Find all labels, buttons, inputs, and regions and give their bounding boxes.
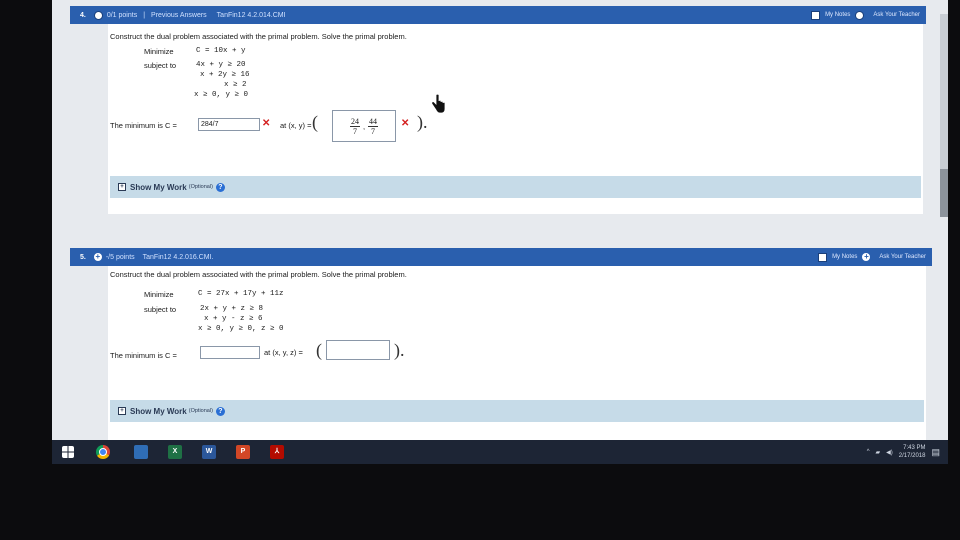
q4-minimum-error-icon: ✕ [262, 118, 271, 129]
q5-instruction: Construct the dual problem associated wi… [110, 270, 407, 279]
help-icon[interactable]: ? [215, 182, 225, 192]
q5-show-work-bar[interactable]: + Show My Work (Optional) ? [110, 400, 924, 422]
q5-objective: C = 27x + 17y + 11z [198, 290, 284, 298]
q5-minimize-label: Minimize [144, 290, 174, 299]
excel-icon[interactable]: X [168, 445, 182, 459]
q5-minimum-input[interactable] [200, 346, 260, 359]
q5-close-paren: ). [394, 340, 405, 360]
clock-date: 2/17/2018 [898, 453, 926, 459]
q5-show-work-label[interactable]: Show My Work [130, 407, 187, 416]
q4-my-notes[interactable]: My Notes [825, 12, 850, 18]
q5-body: Construct the dual problem associated wi… [108, 266, 926, 440]
expand-icon: + [118, 407, 126, 415]
q4-constraint-2: x + 2y ≥ 16 [200, 71, 250, 79]
q4-constraint-1: 4x + y ≥ 20 [196, 61, 246, 69]
q5-points: -/5 points [105, 253, 135, 261]
notes-box-icon[interactable] [818, 252, 828, 262]
q5-number: 5. [80, 253, 86, 261]
q4-previous-answers-link[interactable]: Previous Answers [151, 12, 207, 19]
q4-x-num: 24 [349, 116, 360, 127]
acrobat-icon[interactable]: ⅄ [270, 445, 284, 459]
q4-minimize-label: Minimize [144, 47, 174, 56]
q4-number: 4. [80, 11, 86, 19]
q4-open-paren: ( [312, 112, 318, 132]
q4-close-paren: ). [417, 112, 428, 132]
word-icon[interactable]: W [202, 445, 216, 459]
browser-viewport: 4. 0/1 points | Previous Answers TanFin1… [52, 0, 948, 440]
q4-instruction: Construct the dual problem associated wi… [110, 32, 407, 41]
q4-show-work-label[interactable]: Show My Work [130, 183, 187, 192]
q5-constraint-3: x ≥ 0, y ≥ 0, z ≥ 0 [198, 325, 284, 333]
q4-constraint-3: x ≥ 2 [224, 81, 247, 89]
q4-separator: | [143, 11, 146, 19]
q5-at-text: at (x, y, z) = [264, 348, 303, 357]
q4-show-work-bar[interactable]: + Show My Work (Optional) ? [110, 176, 921, 198]
volume-icon[interactable]: ◀) [886, 449, 893, 456]
q4-minimum-input[interactable]: 284/7 [198, 118, 260, 131]
q5-header: 5. + -/5 points TanFin12 4.2.016.CMI. My… [70, 248, 932, 266]
expand-icon: + [118, 183, 126, 191]
help-icon[interactable]: ? [215, 406, 225, 416]
clock-time: 7:43 PM [903, 445, 926, 451]
q5-optional-label: (Optional) [188, 408, 213, 414]
plus-circle-icon: + [93, 252, 102, 261]
q4-y-num: 44 [368, 116, 379, 127]
network-icon[interactable]: ▰ [876, 449, 881, 456]
q4-point-input[interactable]: 24 7 , 44 7 [332, 110, 396, 142]
q4-points: 0/1 points [106, 11, 138, 19]
q5-point-input[interactable] [326, 340, 390, 360]
q4-ask-teacher[interactable]: Ask Your Teacher [873, 12, 920, 18]
status-circle-icon [93, 10, 103, 20]
q5-my-notes[interactable]: My Notes [832, 254, 857, 260]
ask-plus-icon: + [862, 252, 871, 261]
q5-minimum-text: The minimum is C = [110, 351, 177, 360]
q4-x-fraction: 24 7 [349, 116, 360, 136]
q4-subject-label: subject to [144, 61, 177, 70]
q5-constraint-1: 2x + y + z ≥ 8 [200, 305, 264, 313]
q5-header-actions: My Notes + Ask Your Teacher [818, 248, 926, 266]
hand-cursor-icon [431, 94, 446, 114]
q4-y-fraction: 44 7 [368, 116, 379, 136]
q4-header: 4. 0/1 points | Previous Answers TanFin1… [70, 6, 926, 24]
q4-comma: , [362, 121, 366, 131]
system-tray: ^ ▰ ◀) 7:43 PM 2/17/2018 ▤ [867, 440, 940, 464]
powerpoint-icon[interactable]: P [236, 445, 250, 459]
file-explorer-icon[interactable] [134, 445, 148, 459]
page-scrollbar[interactable] [940, 14, 948, 217]
q5-subject-label: subject to [144, 305, 177, 314]
q4-reference: TanFin12 4.2.014.CMI [216, 11, 286, 19]
clock[interactable]: 7:43 PM 2/17/2018 [899, 444, 926, 460]
q4-minimum-text: The minimum is C = [110, 121, 177, 130]
windows-taskbar: X W P ⅄ ^ ▰ ◀) 7:43 PM 2/17/2018 ▤ [52, 440, 948, 464]
q5-open-paren: ( [316, 340, 322, 360]
q4-body: Construct the dual problem associated wi… [108, 24, 923, 214]
windows-start-icon[interactable] [62, 446, 74, 458]
q5-reference: TanFin12 4.2.016.CMI. [142, 253, 214, 261]
q4-header-actions: My Notes Ask Your Teacher [811, 6, 920, 24]
q4-constraint-4: x ≥ 0, y ≥ 0 [194, 91, 249, 99]
notifications-icon[interactable]: ▤ [931, 447, 940, 458]
q4-optional-label: (Optional) [188, 184, 213, 190]
scrollbar-thumb[interactable] [940, 169, 948, 217]
q5-ask-teacher[interactable]: Ask Your Teacher [879, 254, 926, 260]
q4-at-text: at (x, y) = [280, 121, 312, 130]
ask-circle-icon [855, 10, 865, 20]
chrome-icon[interactable] [96, 445, 110, 459]
q5-constraint-2: x + y - z ≥ 6 [204, 315, 263, 323]
q4-objective: C = 10x + y [196, 47, 246, 55]
q4-x-den: 7 [352, 126, 357, 136]
q4-y-den: 7 [371, 126, 376, 136]
chevron-up-icon[interactable]: ^ [867, 449, 870, 455]
q4-point-error-icon: ✕ [401, 118, 410, 129]
notes-box-icon[interactable] [811, 10, 821, 20]
